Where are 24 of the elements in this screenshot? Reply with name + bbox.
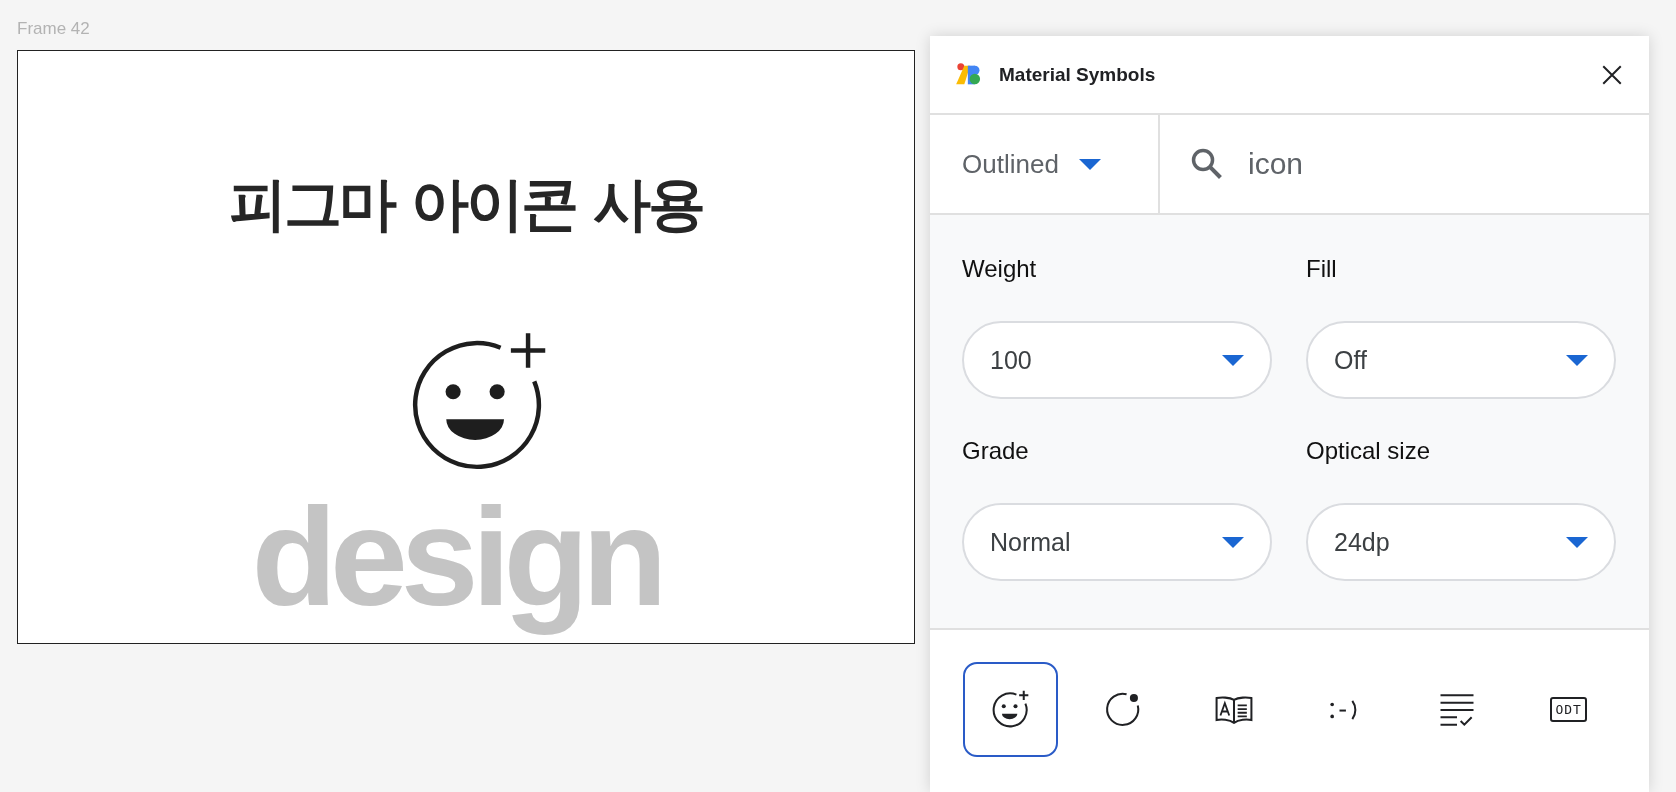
dropdown-value: Off [1334, 345, 1367, 375]
caret-icon [1078, 158, 1101, 170]
caret-icon [1566, 536, 1588, 548]
odt-icon: ODT [1550, 697, 1587, 722]
setting-label: Grade [962, 437, 1030, 465]
setting-label: Fill [1306, 255, 1338, 283]
search-field[interactable]: icon [1246, 146, 1550, 182]
dropdown-value: 24dp [1334, 527, 1390, 557]
style-dropdown[interactable]: Outlined [930, 115, 1160, 213]
dropdown-value: Normal [990, 527, 1071, 557]
icon-tile[interactable] [963, 662, 1058, 757]
setting-label: Weight [962, 255, 1038, 283]
caret-icon [1222, 536, 1244, 548]
dropdown-value: 100 [990, 345, 1032, 375]
setting-dropdown[interactable]: Normal [962, 503, 1272, 581]
dropdown-value: Outlined [962, 148, 1059, 180]
setting-label: Optical size [1306, 437, 1432, 465]
plugin-title: Material Symbols [999, 63, 1157, 86]
setting-dropdown[interactable]: Off [1306, 321, 1616, 399]
caret-icon [1222, 354, 1244, 366]
setting-dropdown[interactable]: 100 [962, 321, 1272, 399]
caret-icon [1566, 354, 1588, 366]
setting-dropdown[interactable]: 24dp [1306, 503, 1616, 581]
heading: 피그마 아이콘 사용 [228, 169, 704, 240]
